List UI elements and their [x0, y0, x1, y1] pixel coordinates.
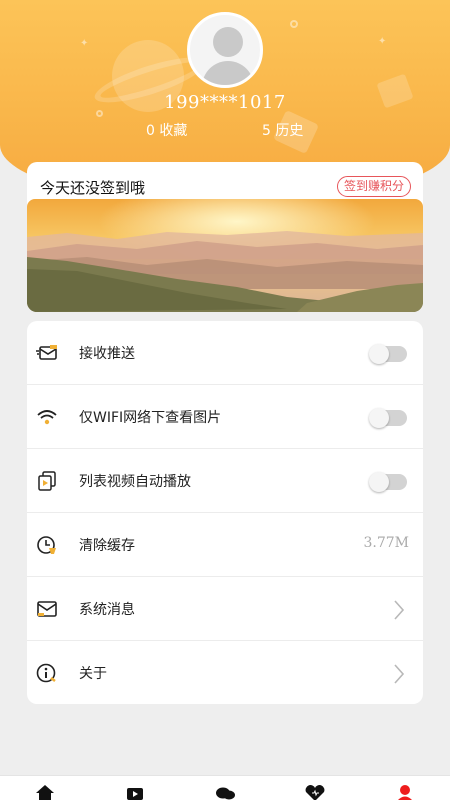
toggle-knob: [369, 408, 389, 428]
avatar-head-shape: [213, 27, 243, 57]
chat-icon[interactable]: [214, 784, 236, 800]
avatar-body-shape: [202, 61, 254, 85]
profile-icon[interactable]: [394, 784, 416, 800]
autoplay-toggle[interactable]: [369, 472, 407, 492]
username: 199****1017: [164, 92, 286, 113]
wifi-images-toggle[interactable]: [369, 408, 407, 428]
video-icon[interactable]: [124, 784, 146, 800]
wifi-icon: [37, 410, 57, 425]
sunrise-landscape-image: [27, 199, 423, 312]
toggle-knob: [369, 344, 389, 364]
sparkle-icon: ✦: [378, 36, 387, 47]
push-toggle[interactable]: [369, 344, 407, 364]
checkin-button[interactable]: 签到赚积分: [336, 176, 411, 197]
favorites-count[interactable]: 0 收藏: [146, 120, 187, 140]
avatar[interactable]: [187, 12, 263, 88]
clock-clear-icon: [37, 536, 56, 554]
checkin-status-text: 今天还没签到哦: [40, 179, 146, 197]
setting-about[interactable]: 关于: [27, 641, 423, 705]
home-icon[interactable]: [34, 784, 56, 800]
setting-messages[interactable]: 系统消息: [27, 577, 423, 641]
toggle-knob: [369, 472, 389, 492]
setting-autoplay-label: 列表视频自动播放: [79, 474, 191, 490]
bottom-tab-bar: [0, 775, 450, 800]
setting-autoplay[interactable]: 列表视频自动播放: [27, 449, 423, 513]
chevron-right-icon: [394, 664, 405, 684]
sparkle-icon: ✦: [80, 38, 89, 49]
setting-messages-label: 系统消息: [79, 602, 135, 618]
video-autoplay-icon: [38, 471, 56, 491]
setting-clear-cache[interactable]: 清除缓存 3.77M: [27, 513, 423, 577]
setting-push[interactable]: 接收推送: [27, 321, 423, 385]
settings-list: 接收推送 仅WIFI网络下查看图片 列表视频自动播放 清除缓存 3.77M 系统…: [27, 321, 423, 704]
circle-decoration: [290, 20, 298, 28]
history-count[interactable]: 5 历史: [262, 120, 303, 140]
setting-push-label: 接收推送: [79, 346, 135, 362]
setting-wifi-images[interactable]: 仅WIFI网络下查看图片: [27, 385, 423, 449]
envelope-push-icon: [36, 345, 57, 360]
chevron-right-icon: [394, 600, 405, 620]
setting-wifi-images-label: 仅WIFI网络下查看图片: [79, 410, 222, 426]
cache-size-value: 3.77M: [363, 535, 409, 551]
setting-clear-cache-label: 清除缓存: [79, 538, 135, 554]
heart-icon[interactable]: [304, 784, 326, 800]
info-icon: [36, 663, 56, 683]
checkin-card: 今天还没签到哦 签到赚积分: [27, 162, 423, 312]
checkin-banner-image[interactable]: [27, 199, 423, 312]
setting-about-label: 关于: [79, 666, 107, 682]
mail-icon: [37, 601, 57, 617]
